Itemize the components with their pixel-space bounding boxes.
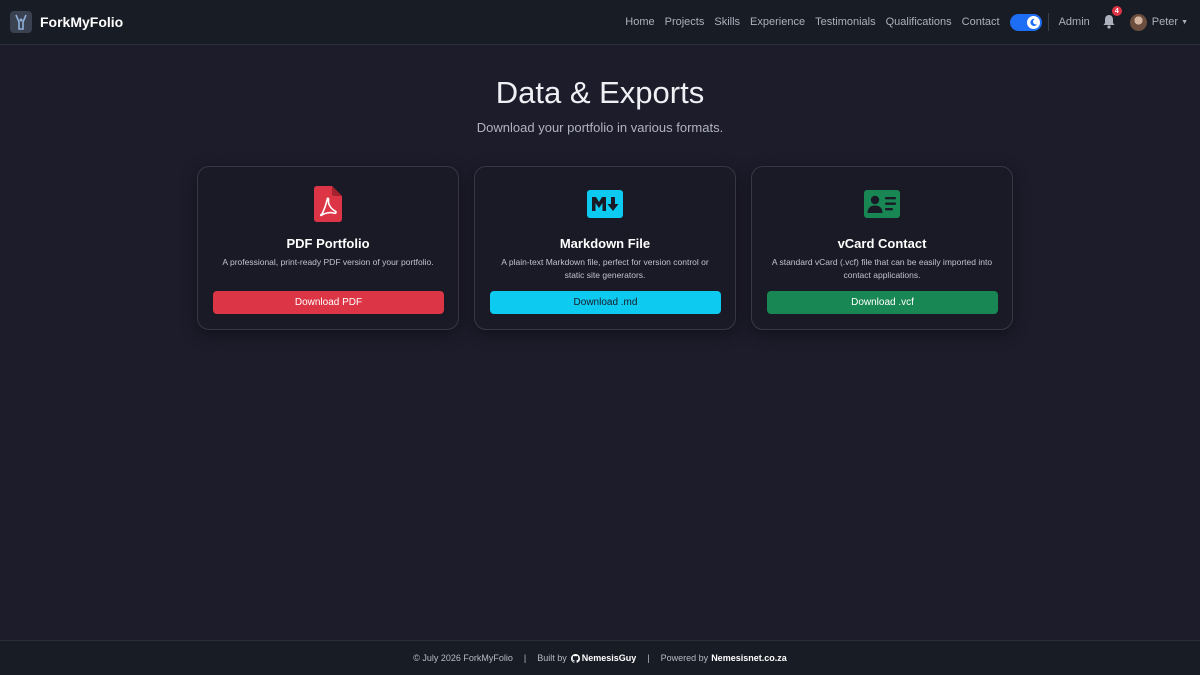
download-pdf-button[interactable]: Download PDF [213, 291, 444, 314]
export-card-vcard: vCard Contact A standard vCard (.vcf) fi… [751, 166, 1013, 330]
brand-link[interactable]: ForkMyFolio [10, 11, 123, 33]
user-menu[interactable]: Peter ▼ [1129, 13, 1188, 31]
footer: © July 2026 ForkMyFolio | Built by Nemes… [0, 640, 1200, 675]
bell-icon [1103, 15, 1115, 29]
nav-menu: Home Projects Skills Experience Testimon… [615, 6, 1190, 31]
card-title-pdf: PDF Portfolio [286, 236, 370, 251]
caret-down-icon: ▼ [1181, 18, 1188, 26]
footer-copyright: © July 2026 ForkMyFolio [413, 653, 513, 663]
nav-link-qualifications[interactable]: Qualifications [886, 16, 952, 28]
avatar [1129, 13, 1147, 31]
download-vcf-button[interactable]: Download .vcf [767, 291, 998, 314]
vcard-icon [752, 186, 1012, 224]
brand-name: ForkMyFolio [40, 14, 124, 30]
footer-powered-by-label: Powered by [660, 653, 709, 663]
nav-link-skills[interactable]: Skills [714, 16, 740, 28]
footer-separator: | [523, 653, 527, 663]
card-title-vcard: vCard Contact [837, 236, 927, 251]
card-description-pdf: A professional, print-ready PDF version … [222, 257, 434, 267]
page-title: Data & Exports [495, 75, 705, 110]
notifications-button[interactable]: 4 [1102, 6, 1122, 30]
github-icon [570, 653, 580, 663]
nav-link-admin[interactable]: Admin [1059, 16, 1090, 28]
notification-badge: 4 [1111, 6, 1122, 16]
footer-built-by-link[interactable]: NemesisGuy [582, 653, 637, 663]
page-subtitle: Download your portfolio in various forma… [476, 120, 724, 135]
export-card-markdown: Markdown File A plain-text Markdown file… [474, 166, 736, 330]
nav-link-home[interactable]: Home [625, 16, 654, 28]
user-name: Peter [1151, 16, 1179, 28]
nav-link-projects[interactable]: Projects [665, 16, 705, 28]
pdf-file-icon [198, 186, 458, 224]
footer-separator: | [647, 653, 650, 663]
brand-logo-icon [10, 11, 32, 33]
footer-built-by-label: Built by [537, 653, 567, 663]
export-card-pdf: PDF Portfolio A professional, print-read… [197, 166, 459, 330]
nav-link-testimonials[interactable]: Testimonials [815, 16, 876, 28]
nav-link-contact[interactable]: Contact [962, 16, 1000, 28]
card-title-markdown: Markdown File [559, 236, 651, 251]
markdown-icon [475, 186, 735, 224]
nav-link-experience[interactable]: Experience [750, 16, 805, 28]
card-description-vcard: A standard vCard (.vcf) file that can be… [771, 257, 993, 280]
navbar: ForkMyFolio Home Projects Skills Experie… [0, 0, 1200, 45]
card-description-markdown: A plain-text Markdown file, perfect for … [501, 257, 709, 280]
moon-icon [1026, 15, 1040, 29]
nav-divider [1047, 13, 1049, 31]
theme-toggle[interactable] [1009, 13, 1042, 31]
download-md-button[interactable]: Download .md [490, 291, 721, 314]
footer-powered-by-link[interactable]: Nemesisnet.co.za [711, 653, 787, 663]
